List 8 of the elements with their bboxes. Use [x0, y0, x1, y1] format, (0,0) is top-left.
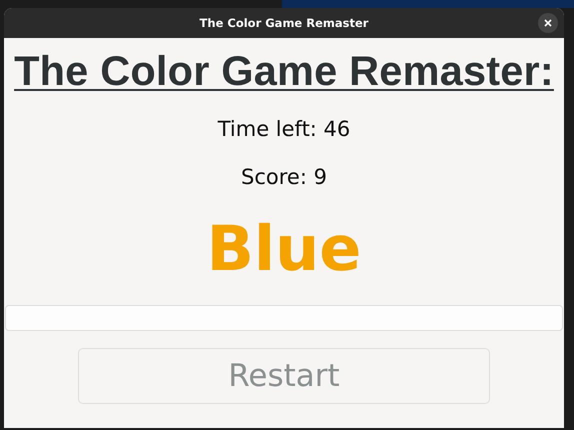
close-icon: [543, 18, 553, 28]
window-title: The Color Game Remaster: [200, 16, 368, 30]
time-left-label: Time left: 46: [218, 116, 350, 143]
score-label: Score: 9: [241, 164, 327, 191]
close-button[interactable]: [538, 13, 558, 33]
game-heading: The Color Game Remaster:: [14, 46, 554, 96]
color-word: Blue: [206, 211, 362, 287]
answer-field[interactable]: [5, 305, 563, 331]
